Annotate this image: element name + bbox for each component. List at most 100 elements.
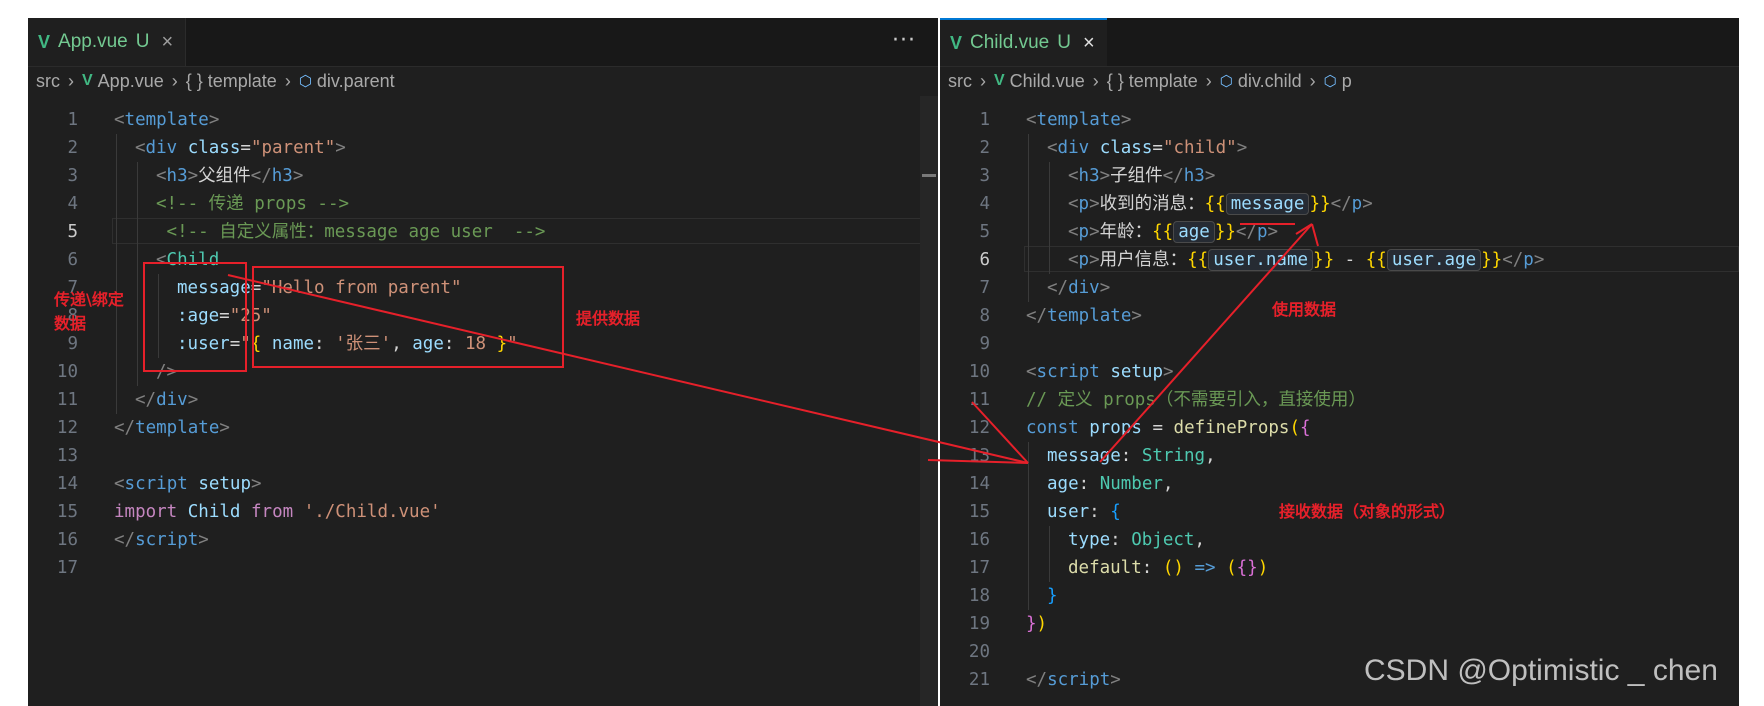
code-line[interactable]: 12 </template>	[28, 414, 938, 442]
code-token: >	[1099, 278, 1111, 298]
code-token: :	[1141, 558, 1163, 578]
code-token: >	[1089, 222, 1100, 242]
line-number: 5	[979, 222, 990, 242]
code-token: >	[1236, 138, 1248, 158]
code-line[interactable]: 1 <template>	[940, 106, 1739, 134]
code-line[interactable]: 18}	[940, 582, 1739, 610]
code-token: >	[1120, 110, 1132, 130]
code-line[interactable]: 7 </div>	[940, 274, 1739, 302]
breadcrumb-item-element[interactable]: div.child	[1238, 71, 1302, 92]
chevron-right-icon: ›	[68, 70, 74, 91]
code-token: =	[240, 138, 251, 158]
code-line[interactable]: 2 <div class="parent">	[28, 134, 938, 162]
code-token: p	[1351, 194, 1363, 214]
breadcrumb-item-element[interactable]: div.parent	[317, 71, 395, 92]
breadcrumb-item-element-p[interactable]: p	[1342, 71, 1352, 92]
code-token: :	[1120, 446, 1142, 466]
indent-guide	[137, 358, 138, 386]
code-line[interactable]: 6 <p>用户信息：{{user.name}} - {{user.age}}</p…	[940, 246, 1739, 274]
breadcrumb-item-file[interactable]: Child.vue	[1010, 71, 1085, 92]
breadcrumb-item-src[interactable]: src	[948, 71, 972, 92]
line-number: 20	[968, 642, 990, 662]
line-number: 17	[968, 558, 990, 578]
code-token: <	[114, 110, 125, 130]
line-number: 4	[979, 194, 990, 214]
code-line[interactable]: 13 message: String,	[940, 442, 1739, 470]
highlighted-token: message	[1225, 193, 1310, 215]
tab-child-vue[interactable]: V Child.vue U ×	[940, 18, 1107, 66]
line-number: 11	[56, 390, 78, 410]
indent-guide	[1028, 134, 1029, 162]
code-token: {	[1299, 418, 1311, 438]
code-token: >	[187, 166, 199, 186]
code-token: {{	[1204, 194, 1226, 214]
code-editor[interactable]: 1 <template> 2 <div class="child"> 3 <h3>子组件<…	[940, 106, 1739, 706]
code-text: </div>	[135, 386, 198, 414]
code-line[interactable]: 19})	[940, 610, 1739, 638]
code-line[interactable]: 15 import Child from './Child.vue'	[28, 498, 938, 526]
breadcrumb-item-file[interactable]: App.vue	[98, 71, 164, 92]
code-token: </	[1047, 278, 1069, 298]
code-token: </	[1162, 166, 1184, 186]
code-line[interactable]: 16 </script>	[28, 526, 938, 554]
code-line[interactable]: 8 </template>	[940, 302, 1739, 330]
scrollbar[interactable]	[920, 96, 938, 706]
code-line[interactable]: 11 </div>	[28, 386, 938, 414]
breadcrumb-item-src[interactable]: src	[36, 71, 60, 92]
code-line[interactable]: 10 <script setup>	[940, 358, 1739, 386]
code-line[interactable]: 12 const props = defineProps({	[940, 414, 1739, 442]
untracked-badge: U	[135, 31, 150, 52]
breadcrumb-item-template[interactable]: { } template	[1107, 71, 1198, 92]
indent-guide	[137, 162, 138, 190]
code-line[interactable]: 4 <p>收到的消息：{{message}}</p>	[940, 190, 1739, 218]
code-line[interactable]: 3 <h3>子组件</h3>	[940, 162, 1739, 190]
code-line[interactable]: 17 default: () => ({})	[940, 554, 1739, 582]
code-token: (	[1226, 558, 1237, 578]
code-editor[interactable]: 1 <template> 2 <div class="parent"> 3 <h3>父组件…	[28, 106, 938, 706]
code-line[interactable]: 17	[28, 554, 938, 582]
code-token: >	[219, 418, 230, 438]
code-token: div	[1068, 278, 1100, 298]
code-text: <div class="child">	[1047, 134, 1247, 162]
chevron-right-icon: ›	[1205, 70, 1212, 91]
code-line[interactable]: 14 age: Number,	[940, 470, 1739, 498]
tab-filename: Child.vue	[970, 32, 1050, 53]
more-actions-button[interactable]: ···	[892, 28, 916, 53]
code-line[interactable]: 16 type: Object,	[940, 526, 1739, 554]
code-line[interactable]: 1 <template>	[28, 106, 938, 134]
breadcrumb-item-template[interactable]: { } template	[186, 71, 277, 92]
code-token: h3	[1183, 166, 1205, 186]
code-token: <	[1026, 362, 1037, 382]
code-line[interactable]: 11 // 定义 props（不需要引入，直接使用）	[940, 386, 1739, 414]
scrollbar-thumb[interactable]	[922, 174, 936, 177]
code-line[interactable]: 5 <p>年龄：{{age}}</p>	[940, 218, 1739, 246]
code-token: >	[198, 530, 209, 550]
code-line[interactable]: 5 <!-- 自定义属性：message age user -->	[28, 218, 938, 246]
code-text: // 定义 props（不需要引入，直接使用）	[1026, 386, 1366, 414]
indent-guide	[1049, 190, 1050, 218]
code-line[interactable]: 14 <script setup>	[28, 470, 938, 498]
close-icon[interactable]: ×	[161, 31, 173, 54]
code-text: <div class="parent">	[135, 134, 346, 162]
code-line[interactable]: 2 <div class="child">	[940, 134, 1739, 162]
code-text: </div>	[1047, 274, 1110, 302]
code-token: p	[1078, 222, 1090, 242]
tab-app-vue[interactable]: V App.vue U ×	[28, 18, 187, 66]
code-token: import	[114, 502, 178, 522]
indent-guide	[116, 162, 117, 190]
code-line[interactable]: 4 <!-- 传递 props -->	[28, 190, 938, 218]
watermark: CSDN @Optimistic _ chen	[1364, 654, 1718, 687]
vue-icon: V	[994, 72, 1005, 89]
code-text: <!-- 自定义属性：message age user -->	[156, 218, 546, 246]
code-token: h3	[1078, 166, 1100, 186]
close-icon[interactable]: ×	[1083, 32, 1095, 55]
code-text: <p>年龄：{{age}}</p>	[1068, 218, 1278, 246]
element-icon: ⬡	[1323, 73, 1337, 90]
code-line[interactable]: 9	[940, 330, 1739, 358]
code-text: <p>用户信息：{{user.name}} - {{user.age}}</p>	[1068, 246, 1544, 274]
tab-bar: V Child.vue U ×	[940, 18, 1739, 67]
code-line[interactable]: 13	[28, 442, 938, 470]
code-line[interactable]: 3 <h3>父组件</h3>	[28, 162, 938, 190]
